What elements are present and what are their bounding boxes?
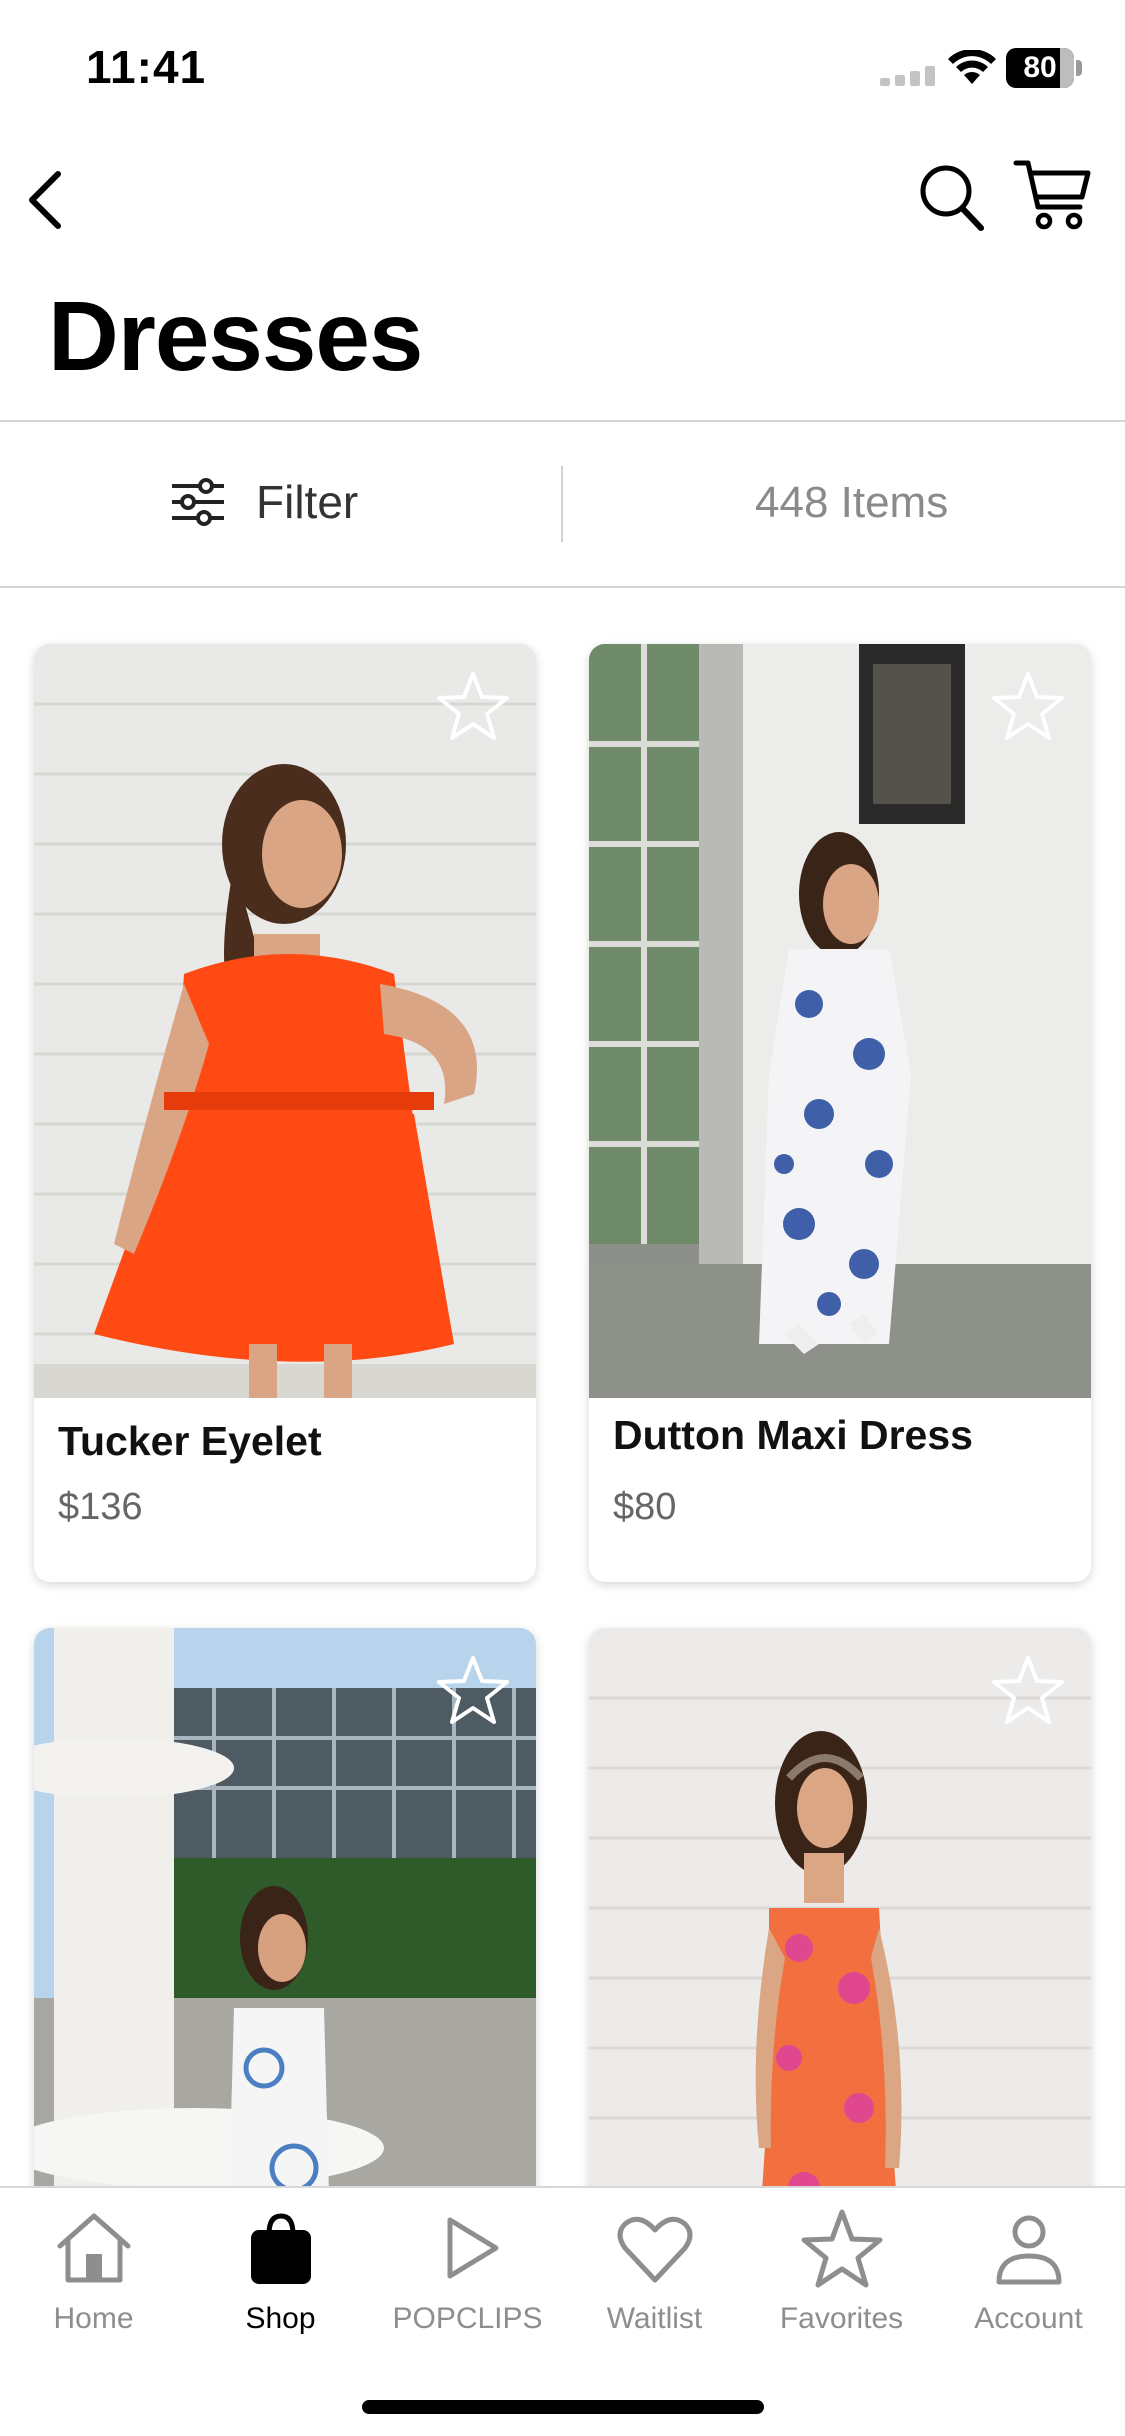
favorite-star-icon[interactable] [436,670,510,742]
product-image[interactable] [589,644,1091,1398]
tab-label: Shop [245,2302,316,2335]
bottom-tab-bar: Home Shop POPCLIPS Waitlist Favorites Ac… [0,2186,1125,2436]
product-info: Tucker Eyelet $136 [34,1398,536,1580]
person-icon [996,2215,1061,2285]
favorite-star-icon[interactable] [991,1654,1065,1726]
cellular-signal-icon [880,66,935,86]
filter-divider [0,586,1125,588]
product-price: $80 [613,1486,677,1528]
product-card[interactable]: Tucker Eyelet $136 [34,644,536,1582]
tab-popclips[interactable]: POPCLIPS [374,2188,561,2348]
tab-label: Account [974,2302,1083,2335]
battery-percentage: 80 [1023,51,1057,84]
home-indicator [362,2400,764,2414]
favorite-star-icon[interactable] [991,670,1065,742]
status-bar: 11:41 80 [0,0,1125,140]
search-icon[interactable] [915,158,987,234]
screen: 11:41 80 Dresses Filter 448 Items Tucker… [0,0,1125,2436]
play-icon [447,2217,498,2279]
page-title: Dresses [48,281,423,391]
product-card[interactable]: Dutton Maxi Dress $80 [589,644,1091,1582]
tab-account[interactable]: Account [935,2188,1122,2348]
tab-label: Home [53,2302,134,2335]
filter-button[interactable]: Filter [170,462,358,542]
tab-label: POPCLIPS [392,2302,543,2335]
shopping-bag-icon [250,2213,311,2284]
favorite-star-icon[interactable] [436,1654,510,1726]
cart-icon[interactable] [1012,155,1092,235]
filter-sliders-icon [172,478,224,526]
back-chevron-icon[interactable] [20,160,90,235]
wifi-icon [948,50,996,84]
product-name: Tucker Eyelet [58,1418,322,1464]
battery-icon: 80 [1006,48,1082,88]
filter-separator [561,466,563,542]
status-time: 11:41 [86,41,207,93]
product-info: Dutton Maxi Dress $80 [589,1398,1091,1580]
tab-label: Waitlist [606,2302,703,2335]
tab-favorites[interactable]: Favorites [748,2188,935,2348]
product-price: $136 [58,1486,143,1528]
filter-label: Filter [256,476,359,528]
home-icon [57,2213,130,2283]
tab-shop[interactable]: Shop [187,2188,374,2348]
heart-icon [617,2216,692,2283]
star-icon [801,2209,882,2288]
filter-bar: Filter 448 Items [0,422,1125,586]
product-name: Dutton Maxi Dress [613,1412,973,1458]
tab-label: Favorites [779,2302,904,2335]
product-image[interactable] [34,644,536,1398]
tab-waitlist[interactable]: Waitlist [561,2188,748,2348]
tab-home[interactable]: Home [0,2188,187,2348]
items-count: 448 Items [755,478,949,527]
